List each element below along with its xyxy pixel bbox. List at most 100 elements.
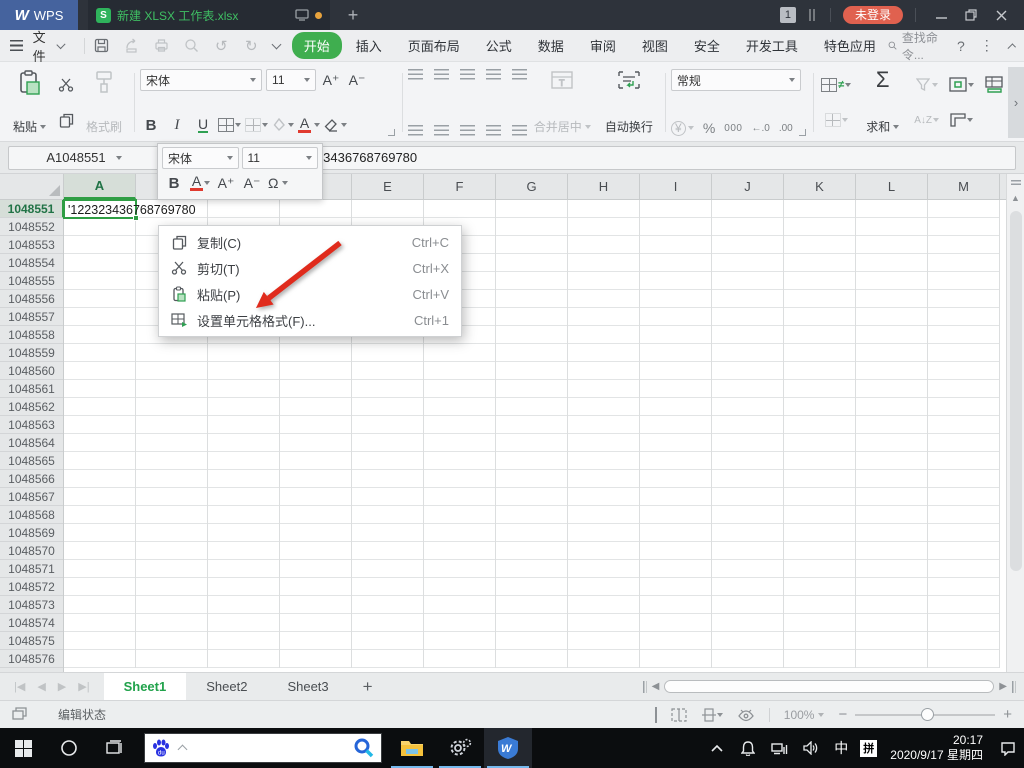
new-tab-button[interactable]: +: [330, 0, 376, 30]
column-header-I[interactable]: I: [640, 174, 712, 199]
shrink-font-button[interactable]: A⁻: [346, 69, 368, 91]
row-header-1048575[interactable]: 1048575: [0, 632, 63, 650]
align-bottom-icon[interactable]: [460, 69, 475, 80]
thousands-button[interactable]: 000: [724, 123, 742, 134]
row-header-1048569[interactable]: 1048569: [0, 524, 63, 542]
context-menu-item-cut[interactable]: 剪切(T)Ctrl+X: [159, 255, 461, 281]
network-icon[interactable]: [767, 728, 791, 768]
restore-button[interactable]: [958, 4, 984, 26]
italic-button[interactable]: I: [166, 114, 188, 136]
align-right-icon[interactable]: [460, 125, 475, 136]
search-expand-icon[interactable]: [178, 744, 188, 754]
column-header-H[interactable]: H: [568, 174, 640, 199]
wrap-text-button[interactable]: 自动换行: [600, 67, 658, 138]
row-header-1048555[interactable]: 1048555: [0, 272, 63, 290]
active-cell[interactable]: '122323436768769780: [63, 199, 137, 219]
select-all-corner[interactable]: [0, 174, 64, 199]
row-header-1048553[interactable]: 1048553: [0, 236, 63, 254]
taskbar-search-box[interactable]: du: [144, 733, 382, 763]
wps-menu-button[interactable]: W WPS: [0, 0, 78, 30]
wps-app-button[interactable]: W: [484, 728, 532, 768]
mini-shrink-font-button[interactable]: A⁻: [242, 172, 262, 194]
split-handle-icon[interactable]: [1012, 681, 1016, 693]
format-painter-button[interactable]: 格式刷: [81, 67, 127, 138]
grow-font-button[interactable]: A⁺: [320, 69, 342, 91]
column-header-M[interactable]: M: [928, 174, 1000, 199]
scroll-right-button[interactable]: ▶: [999, 681, 1007, 692]
filter-button[interactable]: [916, 74, 938, 96]
context-menu-item-format-cells[interactable]: 设置单元格格式(F)...Ctrl+1: [159, 307, 461, 333]
save-button[interactable]: [93, 37, 110, 54]
row-header-1048562[interactable]: 1048562: [0, 398, 63, 416]
row-header-1048561[interactable]: 1048561: [0, 380, 63, 398]
start-button[interactable]: [0, 728, 46, 768]
page-layout-view-button[interactable]: [701, 708, 723, 722]
row-header-1048556[interactable]: 1048556: [0, 290, 63, 308]
font-color-button[interactable]: A: [298, 114, 320, 136]
ribbon-expand-button[interactable]: ›: [1008, 67, 1024, 138]
close-button[interactable]: [988, 4, 1014, 26]
action-center-button[interactable]: [996, 728, 1020, 768]
row-header-1048566[interactable]: 1048566: [0, 470, 63, 488]
merge-center-button[interactable]: T 合并居中: [529, 67, 596, 138]
print-preview-button[interactable]: [183, 37, 200, 54]
notification-bell-icon[interactable]: [736, 728, 760, 768]
font-name-select[interactable]: 宋体: [140, 69, 262, 91]
column-header-L[interactable]: L: [856, 174, 928, 199]
align-middle-icon[interactable]: [434, 69, 449, 80]
add-sheet-button[interactable]: +: [349, 673, 387, 700]
mini-bold-button[interactable]: B: [164, 172, 184, 194]
split-handle-icon[interactable]: [1011, 180, 1021, 185]
cells-format-button[interactable]: [949, 74, 974, 96]
conditional-format-button[interactable]: ≠: [821, 74, 851, 96]
window-count-badge[interactable]: 1: [780, 7, 796, 23]
font-dialog-launcher[interactable]: [388, 129, 395, 136]
ribbon-tab-6[interactable]: 审阅: [578, 32, 628, 59]
zoom-slider-thumb[interactable]: [921, 708, 934, 721]
row-header-1048568[interactable]: 1048568: [0, 506, 63, 524]
first-sheet-button[interactable]: |◀: [14, 680, 25, 693]
file-menu-button[interactable]: 文件: [10, 27, 64, 65]
row-header-1048571[interactable]: 1048571: [0, 560, 63, 578]
hidden-icons-button[interactable]: [705, 728, 729, 768]
row-header-1048565[interactable]: 1048565: [0, 452, 63, 470]
underline-button[interactable]: U: [192, 114, 214, 136]
decrease-decimal-button[interactable]: .00: [779, 123, 793, 134]
number-dialog-launcher[interactable]: [799, 129, 806, 136]
paste-button[interactable]: 粘贴: [8, 67, 51, 138]
row-header-1048563[interactable]: 1048563: [0, 416, 63, 434]
row-header-1048559[interactable]: 1048559: [0, 344, 63, 362]
number-format-select[interactable]: 常规: [671, 69, 801, 91]
baidu-search-icon[interactable]: [353, 737, 375, 759]
column-header-J[interactable]: J: [712, 174, 784, 199]
prev-sheet-button[interactable]: ◀: [37, 680, 45, 693]
ribbon-tab-8[interactable]: 安全: [682, 32, 732, 59]
format-table-button[interactable]: [825, 109, 848, 131]
scroll-up-button[interactable]: ▲: [1011, 193, 1020, 203]
mini-font-name-select[interactable]: 宋体: [162, 147, 239, 169]
ribbon-tab-1[interactable]: 开始: [292, 32, 342, 59]
taskbar-clock[interactable]: 20:17 2020/9/17 星期四: [884, 733, 989, 763]
row-header-1048557[interactable]: 1048557: [0, 308, 63, 326]
cut-button[interactable]: [55, 74, 77, 96]
cortana-button[interactable]: [46, 728, 92, 768]
fill-handle[interactable]: [133, 215, 139, 221]
page-break-view-button[interactable]: [671, 708, 687, 722]
sheet-tab-Sheet3[interactable]: Sheet3: [267, 673, 348, 700]
help-button[interactable]: ?: [957, 38, 965, 54]
clear-format-button[interactable]: [324, 114, 347, 136]
document-tab[interactable]: S 新建 XLSX 工作表.xlsx: [88, 0, 330, 30]
fill-color-button[interactable]: [272, 114, 294, 136]
row-header-1048564[interactable]: 1048564: [0, 434, 63, 452]
ribbon-tab-4[interactable]: 公式: [474, 32, 524, 59]
row-header-1048560[interactable]: 1048560: [0, 362, 63, 380]
autosum-button[interactable]: Σ 求和: [861, 67, 904, 138]
column-header-K[interactable]: K: [784, 174, 856, 199]
row-header-1048574[interactable]: 1048574: [0, 614, 63, 632]
column-header-F[interactable]: F: [424, 174, 496, 199]
file-explorer-button[interactable]: [388, 728, 436, 768]
ribbon-tab-5[interactable]: 数据: [526, 32, 576, 59]
export-pdf-button[interactable]: [123, 37, 140, 54]
zoom-slider[interactable]: − +: [838, 706, 1012, 723]
horizontal-scroll-thumb[interactable]: [664, 680, 994, 693]
